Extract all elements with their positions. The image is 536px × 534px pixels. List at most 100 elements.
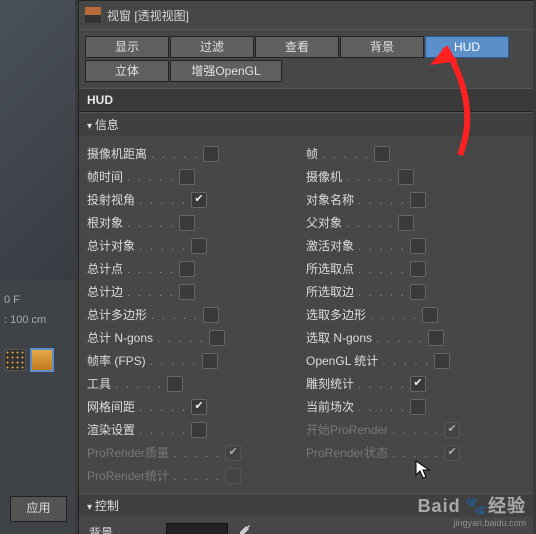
eyedropper-icon[interactable] [236,523,254,534]
checkbox[interactable] [179,215,195,231]
check-label: 工具 [87,375,111,392]
check-selected-polys[interactable]: 选取多边形. . . . . [306,306,525,323]
check-total-polys[interactable]: 总计多边形. . . . . [87,306,306,323]
dots-decor: . . . . [117,525,154,534]
checkbox[interactable] [179,169,195,185]
paw-icon: 🐾 [465,496,488,517]
check-frame-time[interactable]: 帧时间 . . . . . [87,168,306,185]
dots-decor: . . . . . [151,147,199,161]
check-total-objects[interactable]: 总计对象. . . . . [87,237,306,254]
film-icon[interactable] [30,348,54,372]
checkbox[interactable] [398,215,414,231]
checkbox[interactable] [191,192,207,208]
watermark: Baid🐾经验 jingyan.baidu.com [418,492,526,528]
tab-enhanced-opengl[interactable]: 增强OpenGL [170,60,282,82]
check-object-name[interactable]: 对象名称. . . . . [306,191,525,208]
watermark-suffix: 经验 [488,496,526,516]
check-label: 总计点 [87,260,123,277]
checkbox[interactable] [203,146,219,162]
check-label: 帧时间 [87,168,123,185]
check-label: 父对象 [306,214,342,231]
dots-decor: . . . . . [346,216,394,230]
checkbox[interactable] [209,330,225,346]
check-prorender-quality[interactable]: ProRender质量. . . . . [87,444,306,461]
checkbox[interactable] [179,261,195,277]
checkbox[interactable] [428,330,444,346]
checkbox[interactable] [410,376,426,392]
checkbox[interactable] [398,169,414,185]
check-fov[interactable]: 投射视角. . . . . [87,191,306,208]
check-label: 选取多边形 [306,306,366,323]
check-start-prorender[interactable]: 开始ProRender. . . . . [306,421,525,438]
check-prorender-stats[interactable]: ProRender统计. . . . . [87,467,306,484]
tab-display[interactable]: 显示 [85,36,169,58]
checkbox[interactable] [410,192,426,208]
annotation-arrow [400,35,490,165]
check-tool[interactable]: 工具. . . . . [87,375,306,392]
check-selected-points[interactable]: 所选取点. . . . . [306,260,525,277]
checkbox[interactable] [422,307,438,323]
tab-stereo[interactable]: 立体 [85,60,169,82]
dots-decor: . . . . . [358,377,406,391]
check-total-ngons[interactable]: 总计 N-gons. . . . . [87,329,306,346]
dots-decor: . . . . . [127,170,175,184]
bg-color-swatch[interactable] [166,523,228,534]
dots-decor: . . . . . [139,423,187,437]
checkbox[interactable] [202,353,218,369]
tab-filter[interactable]: 过滤 [170,36,254,58]
check-label: 总计 N-gons [87,329,153,346]
check-camera-distance[interactable]: 摄像机距离. . . . . [87,145,306,162]
dots-decor: . . . . . [346,170,394,184]
dots-decor: . . . . . [151,308,199,322]
check-label: 网格间距 [87,398,135,415]
check-fps[interactable]: 帧率 (FPS). . . . . [87,352,306,369]
check-root-object[interactable]: 根对象 . . . . . [87,214,306,231]
checkbox[interactable] [203,307,219,323]
check-selected-edges[interactable]: 所选取边. . . . . [306,283,525,300]
checkbox[interactable] [374,146,390,162]
check-render-settings[interactable]: 渲染设置. . . . . [87,421,306,438]
checkbox[interactable] [179,284,195,300]
window-title: 视窗 [透视视图] [107,7,189,24]
checkbox[interactable] [410,238,426,254]
dots-decor: . . . . . [127,216,175,230]
left-info-labels: 0 F : 100 cm [0,290,50,338]
check-label: 根对象 [87,214,123,231]
check-current-take[interactable]: 当前场次. . . . . [306,398,525,415]
apply-button[interactable]: 应用 [10,496,67,522]
check-parent-object[interactable]: 父对象 . . . . . [306,214,525,231]
checkbox[interactable] [410,261,426,277]
check-sculpt-stats[interactable]: 雕刻统计 . . . . . [306,375,525,392]
check-total-points[interactable]: 总计点. . . . . [87,260,306,277]
checkbox[interactable] [434,353,450,369]
dots-decor: . . . . . [358,285,406,299]
dots-decor: . . . . . [139,193,187,207]
checkbox[interactable] [410,284,426,300]
label-100cm: : 100 cm [4,314,46,326]
checkbox[interactable] [191,399,207,415]
label-0f: 0 F [4,294,46,306]
dots-decor: . . . . . [139,239,187,253]
check-label: 帧率 (FPS) [87,352,146,369]
check-camera[interactable]: 摄像机. . . . . [306,168,525,185]
control-bg-label: 背景 [89,524,113,534]
checkbox[interactable] [191,422,207,438]
tab-view[interactable]: 查看 [255,36,339,58]
window-titlebar: 视窗 [透视视图] [79,1,533,30]
check-selected-ngons[interactable]: 选取 N-gons. . . . . [306,329,525,346]
dots-grid-icon[interactable] [4,349,26,371]
dots-decor: . . . . . [173,446,221,460]
dots-decor: . . . . . [382,354,430,368]
checkbox[interactable] [167,376,183,392]
check-active-object[interactable]: 激活对象. . . . . [306,237,525,254]
check-total-edges[interactable]: 总计边. . . . . [87,283,306,300]
check-opengl-stats[interactable]: OpenGL 统计. . . . . [306,352,525,369]
dots-decor: . . . . . [358,400,406,414]
checkbox[interactable] [191,238,207,254]
checkbox[interactable] [410,399,426,415]
check-label: 帧 [306,145,318,162]
check-label: 雕刻统计 [306,375,354,392]
dots-decor: . . . . . [322,147,370,161]
check-prorender-status[interactable]: ProRender状态. . . . . [306,444,525,461]
check-grid-spacing[interactable]: 网格间距. . . . . [87,398,306,415]
